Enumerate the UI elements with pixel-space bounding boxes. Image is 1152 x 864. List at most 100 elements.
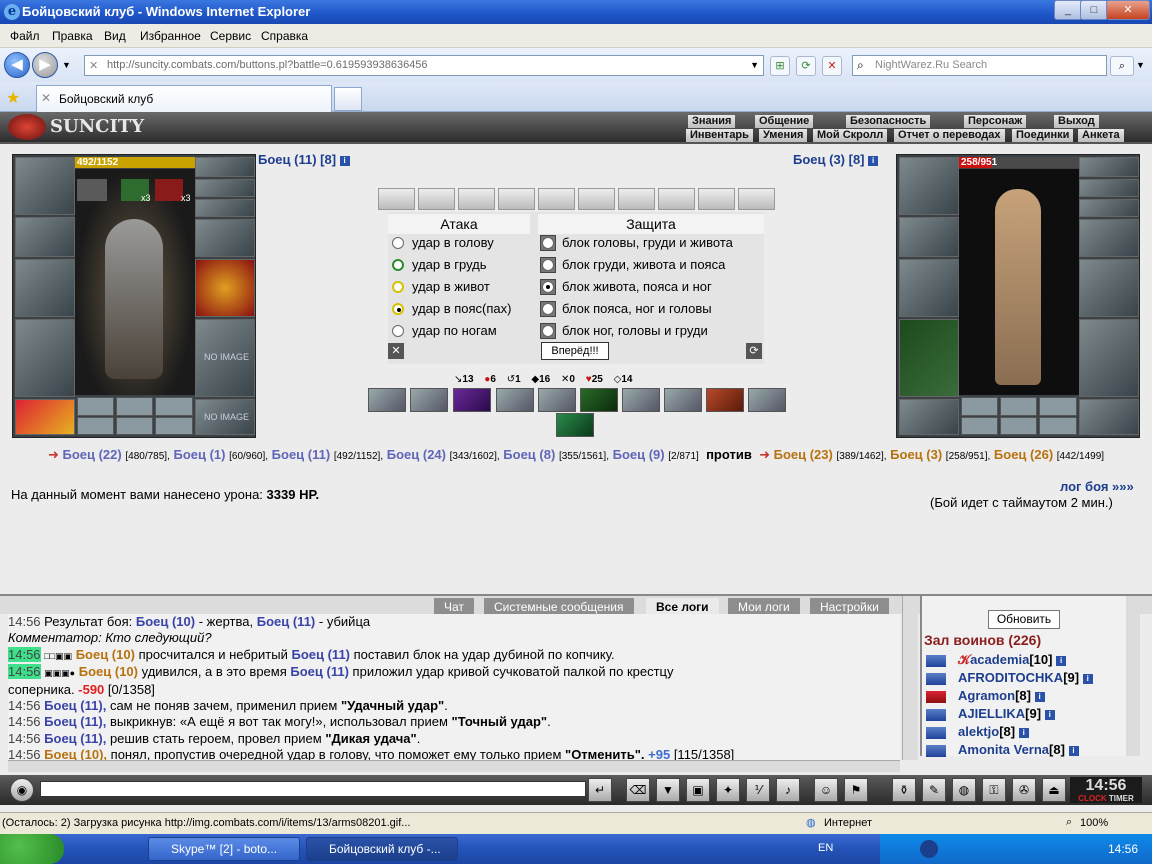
- scroll-slot[interactable]: [698, 188, 735, 210]
- menu-file[interactable]: Файл: [10, 29, 40, 43]
- minimize-button[interactable]: _: [1054, 0, 1082, 20]
- log-fighter[interactable]: Боец (11): [257, 614, 316, 629]
- attack-option-stomach[interactable]: удар в живот: [412, 279, 490, 294]
- defense-radio-5[interactable]: [540, 323, 556, 339]
- earrings-slot[interactable]: [1079, 157, 1139, 177]
- info-icon[interactable]: i: [1018, 727, 1029, 738]
- battle-log-link[interactable]: лог боя »»»: [1060, 479, 1134, 494]
- start-button[interactable]: [0, 834, 64, 864]
- chat-input[interactable]: [40, 781, 586, 797]
- log-fighter[interactable]: Боец (10): [79, 664, 138, 679]
- info-icon[interactable]: i: [1068, 745, 1079, 756]
- team1-fighter[interactable]: Боец (11): [272, 447, 331, 462]
- translit-icon[interactable]: ⅟: [746, 778, 770, 802]
- attack-option-legs[interactable]: удар по ногам: [412, 323, 497, 338]
- maximize-button[interactable]: □: [1080, 0, 1108, 20]
- forward-icon[interactable]: ▶: [32, 52, 58, 78]
- clan-chat-icon[interactable]: ⚑: [844, 778, 868, 802]
- user-row[interactable]: AJIELLIKA[9] i: [926, 706, 1055, 721]
- pocket-slot-1[interactable]: [961, 397, 998, 416]
- helmet-slot[interactable]: [15, 157, 75, 215]
- user-name[interactable]: Agramon: [958, 688, 1015, 703]
- scroll-slot[interactable]: [658, 188, 695, 210]
- user-name[interactable]: Amonita Verna: [958, 742, 1049, 757]
- skill-icon-9[interactable]: [706, 388, 744, 412]
- favorites-star-icon[interactable]: ★: [6, 88, 20, 108]
- skill-icon-2[interactable]: [410, 388, 448, 412]
- user-row[interactable]: 𝒦academia[10] i: [926, 652, 1067, 668]
- save-icon[interactable]: ▣: [686, 778, 710, 802]
- belt-slot[interactable]: [899, 399, 959, 435]
- defense-radio-2[interactable]: [540, 257, 556, 273]
- scroll-slot[interactable]: [538, 188, 575, 210]
- nav-communication[interactable]: Общение: [755, 115, 814, 128]
- taskbar-fightclub[interactable]: Бойцовский клуб -...: [306, 837, 458, 861]
- log-fighter[interactable]: Боец (10): [136, 614, 195, 629]
- skill-icon-8[interactable]: [664, 388, 702, 412]
- gloves-slot[interactable]: [195, 219, 255, 257]
- info-icon[interactable]: i: [339, 155, 350, 166]
- team1-fighter[interactable]: Боец (22): [62, 447, 121, 462]
- log-fighter[interactable]: Боец (11),: [44, 698, 106, 713]
- nav-character[interactable]: Персонаж: [964, 115, 1027, 128]
- exit-icon[interactable]: ⏏: [1042, 778, 1066, 802]
- pocket-slot-4[interactable]: [77, 417, 114, 435]
- filter-icon[interactable]: ▼: [656, 778, 680, 802]
- weapon-slot[interactable]: [899, 259, 959, 317]
- skill-icon-1[interactable]: [368, 388, 406, 412]
- team2-fighter[interactable]: Боец (3): [890, 447, 942, 462]
- info-icon[interactable]: i: [1044, 709, 1055, 720]
- sound-icon[interactable]: ♪: [776, 778, 800, 802]
- skill-icon-11[interactable]: [556, 413, 594, 437]
- team1-fighter[interactable]: Боец (9): [613, 447, 665, 462]
- menu-tools[interactable]: Сервис: [210, 29, 251, 43]
- pocket-slot-3[interactable]: [155, 397, 193, 416]
- skill-icon-3[interactable]: [453, 388, 491, 412]
- info-icon[interactable]: i: [1034, 691, 1045, 702]
- scroll-slot[interactable]: [498, 188, 535, 210]
- nav-skills[interactable]: Умения: [759, 129, 808, 142]
- attack-radio-stomach[interactable]: [392, 281, 404, 293]
- nav-inventory[interactable]: Инвентарь: [686, 129, 753, 142]
- pocket-slot-1[interactable]: [77, 397, 114, 416]
- defense-option-3[interactable]: блок живота, пояса и ног: [562, 279, 712, 294]
- nav-security[interactable]: Безопасность: [846, 115, 931, 128]
- log-fighter[interactable]: Боец (10),: [44, 747, 107, 760]
- bag-icon[interactable]: ◍: [952, 778, 976, 802]
- info-icon[interactable]: i: [1082, 673, 1093, 684]
- refresh-icon[interactable]: ⟳: [796, 56, 816, 76]
- log-fighter[interactable]: Боец (11),: [44, 714, 106, 729]
- pocket-slot-3[interactable]: [1039, 397, 1077, 416]
- bottle-icon[interactable]: ⚱: [892, 778, 916, 802]
- skill-icon-5[interactable]: [538, 388, 576, 412]
- chat-scrollbar[interactable]: [902, 596, 918, 760]
- forward-button[interactable]: Вперёд!!!: [541, 342, 609, 360]
- compat-icon[interactable]: ⊞: [770, 56, 790, 76]
- nav-my-scroll[interactable]: Мой Скролл: [813, 129, 888, 142]
- armor-slot[interactable]: [15, 319, 75, 397]
- refresh-battle-icon[interactable]: ⟳: [746, 343, 762, 359]
- nav-duels[interactable]: Поединки: [1012, 129, 1074, 142]
- skill-icon-10[interactable]: [748, 388, 786, 412]
- empty-slot-2[interactable]: NO IMAGE: [195, 399, 255, 435]
- scroll-slot[interactable]: [578, 188, 615, 210]
- address-dropdown-icon[interactable]: ▼: [750, 60, 759, 70]
- second-weapon-slot[interactable]: [1079, 259, 1139, 317]
- rings-slot[interactable]: [1079, 199, 1139, 217]
- scroll-slot[interactable]: [378, 188, 415, 210]
- attack-option-chest[interactable]: удар в грудь: [412, 257, 487, 272]
- defense-option-2[interactable]: блок груди, живота и пояса: [562, 257, 725, 272]
- user-row[interactable]: alektjo[8] i: [926, 724, 1029, 739]
- defense-option-5[interactable]: блок ног, головы и груди: [562, 323, 708, 338]
- defense-radio-4[interactable]: [540, 301, 556, 317]
- lock-icon[interactable]: ⚿: [982, 778, 1006, 802]
- skill-icon-6[interactable]: [580, 388, 618, 412]
- skill-icon-4[interactable]: [496, 388, 534, 412]
- nav-profile[interactable]: Анкета: [1078, 129, 1124, 142]
- team2-fighter[interactable]: Боец (23): [774, 447, 833, 462]
- log-fighter[interactable]: Боец (11): [290, 664, 349, 679]
- search-icon[interactable]: ⌕: [1110, 56, 1134, 76]
- belt-slot[interactable]: [15, 399, 75, 435]
- zoom-text[interactable]: 100%: [1080, 817, 1108, 829]
- nav-transfer-report[interactable]: Отчет о переводах: [894, 129, 1005, 142]
